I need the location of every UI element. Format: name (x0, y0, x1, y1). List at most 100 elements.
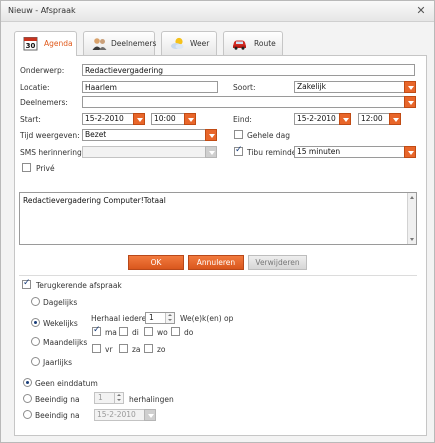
title-bar: Nieuw - Afspraak ✕ (1, 1, 434, 22)
dropdown-arrow-icon[interactable] (404, 96, 416, 108)
recurrence-checkbox[interactable] (22, 278, 31, 289)
eind-time-select[interactable]: 12:00 (358, 113, 401, 125)
day-checkbox-vr[interactable] (92, 344, 101, 353)
radio-dagelijks[interactable] (31, 297, 40, 306)
tab-deelnemers-label: Deelnemers (111, 39, 157, 48)
eind-date-value: 15-2-2010 (297, 114, 336, 123)
dropdown-arrow-icon[interactable] (389, 113, 401, 125)
day-checkbox-wo[interactable] (144, 327, 153, 336)
radio-maandelijks[interactable] (31, 337, 40, 346)
weather-icon (171, 37, 184, 49)
soort-value: Zakelijk (297, 82, 327, 91)
prive-checkbox[interactable] (22, 163, 31, 172)
radio-jaarlijks[interactable] (31, 357, 40, 366)
end-count-value: 1 (98, 393, 103, 402)
dropdown-arrow-icon[interactable] (339, 113, 351, 125)
day-checkbox-di[interactable] (119, 327, 128, 336)
appointment-window: Nieuw - Afspraak ✕ 30 Agenda Deelnemers (0, 0, 435, 443)
scroll-up-icon[interactable] (408, 193, 417, 202)
tab-weer[interactable]: Weer (161, 31, 217, 55)
gehele-dag-checkbox[interactable] (234, 130, 243, 139)
tab-weer-label: Weer (190, 39, 210, 48)
close-icon[interactable]: ✕ (415, 5, 427, 17)
radio-beeindig-na-count[interactable] (23, 394, 32, 403)
repeat-prefix-label: Herhaal iedere (91, 314, 147, 323)
calendar-day-number: 30 (26, 42, 36, 50)
maandelijks-label: Maandelijks (43, 338, 88, 347)
notes-textarea[interactable]: Redactievergadering Computer!Totaal (19, 192, 417, 245)
beeindig-na-count-label: Beeindig na (35, 395, 80, 404)
start-date-value: 15-2-2010 (85, 114, 124, 123)
onderwerp-label: Onderwerp: (20, 66, 65, 75)
dropdown-arrow-icon[interactable] (404, 146, 416, 158)
wekelijks-label: Wekelijks (43, 319, 78, 328)
tab-route[interactable]: Route (223, 31, 283, 55)
tijd-weergeven-label: Tijd weergeven: (20, 131, 80, 140)
tab-deelnemers[interactable]: Deelnemers (83, 31, 157, 55)
day-label-wo: wo (157, 328, 168, 337)
notes-scrollbar[interactable] (407, 193, 416, 244)
start-time-select[interactable]: 10:00 (151, 113, 196, 125)
dropdown-arrow-icon[interactable] (404, 81, 416, 93)
jaarlijks-label: Jaarlijks (43, 358, 72, 367)
day-label-vr: vr (105, 345, 113, 354)
day-label-ma: ma (105, 328, 117, 337)
repeat-suffix-label: We(e)k(en) op (180, 314, 234, 323)
start-time-value: 10:00 (154, 114, 176, 123)
tijd-weergeven-value: Bezet (85, 130, 107, 139)
eind-date-select[interactable]: 15-2-2010 (294, 113, 351, 125)
spinner-icon[interactable] (165, 313, 174, 323)
dropdown-arrow-icon[interactable] (144, 409, 156, 421)
tibu-reminder-select[interactable]: 15 minuten (294, 146, 416, 158)
delete-button[interactable]: Verwijderen (248, 255, 307, 270)
spinner-icon[interactable] (114, 393, 123, 403)
section-divider (19, 275, 417, 276)
herhalingen-label: herhalingen (129, 395, 174, 404)
calendar-icon: 30 (23, 37, 38, 51)
notes-text: Redactievergadering Computer!Totaal (23, 196, 166, 205)
window-title: Nieuw - Afspraak (8, 6, 76, 15)
radio-wekelijks[interactable] (31, 318, 40, 327)
tab-route-label: Route (254, 39, 276, 48)
soort-select[interactable]: Zakelijk (294, 81, 416, 93)
repeat-weeks-stepper[interactable]: 1 (145, 312, 175, 324)
day-label-di: di (132, 328, 139, 337)
tijd-weergeven-select[interactable]: Bezet (82, 129, 217, 141)
car-icon (233, 40, 246, 50)
day-checkbox-do[interactable] (171, 327, 180, 336)
dropdown-arrow-icon[interactable] (133, 113, 145, 125)
radio-beeindig-na-date[interactable] (23, 410, 32, 419)
geen-einddatum-label: Geen einddatum (35, 379, 98, 388)
onderwerp-input[interactable] (82, 64, 415, 76)
dagelijks-label: Dagelijks (43, 298, 78, 307)
soort-label: Soort: (233, 83, 256, 92)
end-count-stepper[interactable]: 1 (94, 392, 124, 404)
radio-geen-einddatum[interactable] (23, 378, 32, 387)
deelnemers-label: Deelnemers: (20, 98, 68, 107)
prive-label: Privé (36, 164, 55, 173)
end-date-select[interactable]: 15-2-2010 (94, 409, 156, 421)
scroll-down-icon[interactable] (408, 235, 417, 244)
tibu-reminder-checkbox[interactable] (234, 145, 243, 156)
dropdown-arrow-icon[interactable] (205, 146, 217, 158)
eind-time-value: 12:00 (361, 114, 383, 123)
tab-agenda[interactable]: 30 Agenda (14, 31, 77, 56)
ok-button[interactable]: OK (128, 255, 184, 270)
sms-label: SMS herinnering: (20, 148, 85, 157)
day-label-do: do (184, 328, 194, 337)
deelnemers-select[interactable] (82, 96, 416, 108)
day-checkbox-za[interactable] (119, 344, 128, 353)
sms-select[interactable] (82, 146, 217, 158)
tab-agenda-label: Agenda (44, 39, 73, 48)
cancel-button[interactable]: Annuleren (188, 255, 244, 270)
dropdown-arrow-icon[interactable] (205, 129, 217, 141)
eind-label: Eind: (233, 115, 252, 124)
beeindig-na-date-label: Beeindig na (35, 411, 80, 420)
start-date-select[interactable]: 15-2-2010 (82, 113, 145, 125)
end-date-value: 15-2-2010 (97, 410, 136, 419)
dropdown-arrow-icon[interactable] (184, 113, 196, 125)
locatie-input[interactable] (82, 81, 218, 93)
day-checkbox-zo[interactable] (144, 344, 153, 353)
day-checkbox-ma[interactable] (92, 325, 101, 336)
locatie-label: Locatie: (20, 83, 50, 92)
